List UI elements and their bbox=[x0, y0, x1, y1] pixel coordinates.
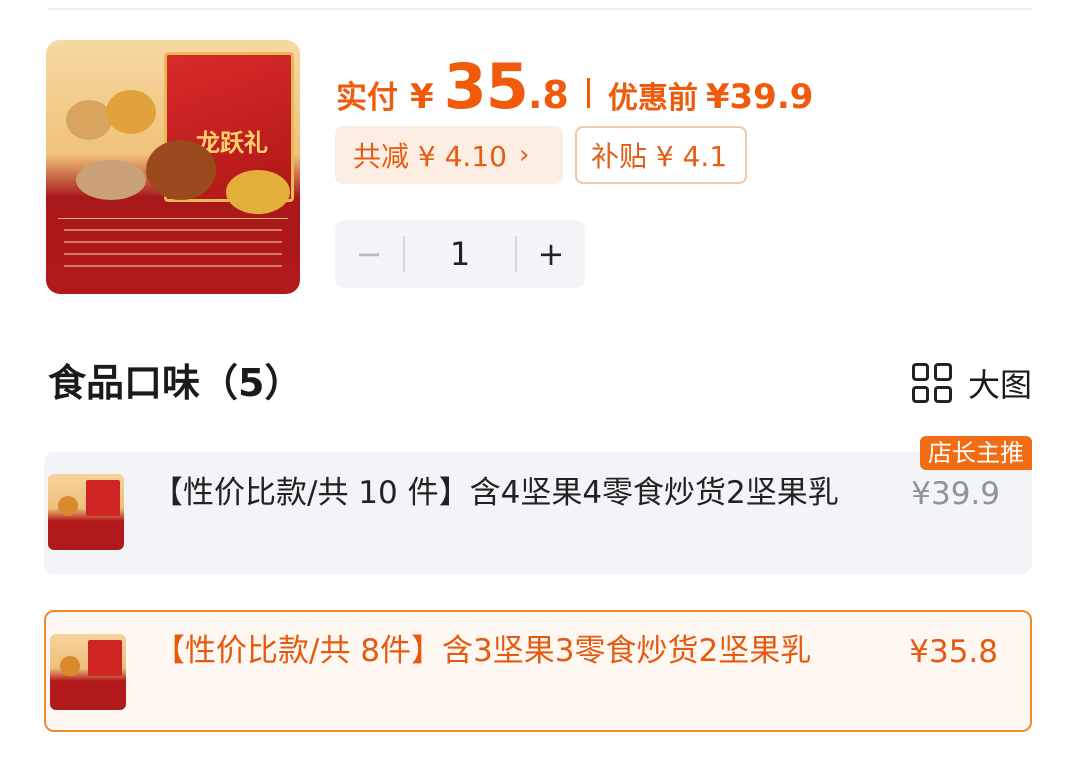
price-separator bbox=[586, 78, 590, 108]
sku-selector-sheet: 龙跃礼 实付 ¥ 35 .8 优惠前 ¥39.9 共减 ¥ 4.10 › 补贴 … bbox=[0, 0, 1080, 761]
total-discount-chip[interactable]: 共减 ¥ 4.10 › bbox=[335, 126, 563, 184]
pay-currency: ¥ bbox=[410, 77, 434, 117]
nut-icon bbox=[66, 100, 112, 140]
decrease-button[interactable]: − bbox=[335, 235, 403, 273]
divider bbox=[48, 8, 1032, 10]
chevron-right-icon: › bbox=[518, 140, 530, 170]
price-row: 实付 ¥ 35 .8 优惠前 ¥39.9 bbox=[336, 50, 814, 123]
quantity-stepper: − 1 + bbox=[335, 220, 585, 288]
grid-icon bbox=[911, 363, 952, 403]
option-title: 【性价比款/共 8件】含3坚果3零食炒货2坚果乳 bbox=[154, 633, 812, 669]
nut-icon bbox=[76, 160, 146, 200]
product-info-panel bbox=[58, 218, 288, 286]
total-discount-text: 共减 ¥ 4.10 bbox=[353, 140, 507, 173]
option-thumbnail bbox=[48, 474, 124, 550]
pay-amount-dec: .8 bbox=[527, 73, 569, 117]
pay-amount-int: 35 bbox=[443, 50, 529, 123]
sku-option[interactable]: 【性价比款/共 10 件】含4坚果4零食炒货2坚果乳 ¥39.9 店长主推 bbox=[44, 436, 1032, 574]
sku-option-selected[interactable]: 【性价比款/共 8件】含3坚果3零食炒货2坚果乳 ¥35.8 bbox=[44, 610, 1032, 732]
option-title: 【性价比款/共 10 件】含4坚果4零食炒货2坚果乳 bbox=[152, 475, 839, 511]
nut-icon bbox=[226, 170, 290, 214]
large-image-toggle[interactable]: 大图 bbox=[911, 360, 1032, 406]
recommend-badge: 店长主推 bbox=[920, 436, 1032, 470]
option-thumbnail bbox=[50, 634, 126, 710]
original-price-label: 优惠前 bbox=[607, 81, 698, 116]
product-image[interactable]: 龙跃礼 bbox=[46, 40, 300, 294]
nut-icon bbox=[106, 90, 156, 134]
original-price: ¥39.9 bbox=[705, 77, 814, 117]
quantity-value[interactable]: 1 bbox=[405, 235, 515, 273]
subsidy-chip: 补贴 ¥ 4.1 bbox=[575, 126, 747, 184]
large-image-label: 大图 bbox=[967, 366, 1032, 404]
pay-label: 实付 bbox=[336, 80, 398, 116]
subsidy-text: 补贴 ¥ 4.1 bbox=[591, 140, 728, 173]
option-price: ¥39.9 bbox=[911, 476, 1000, 512]
section-title: 食品口味（5） bbox=[48, 361, 303, 405]
increase-button[interactable]: + bbox=[517, 235, 585, 273]
nut-icon bbox=[146, 140, 216, 200]
option-price: ¥35.8 bbox=[909, 634, 998, 670]
